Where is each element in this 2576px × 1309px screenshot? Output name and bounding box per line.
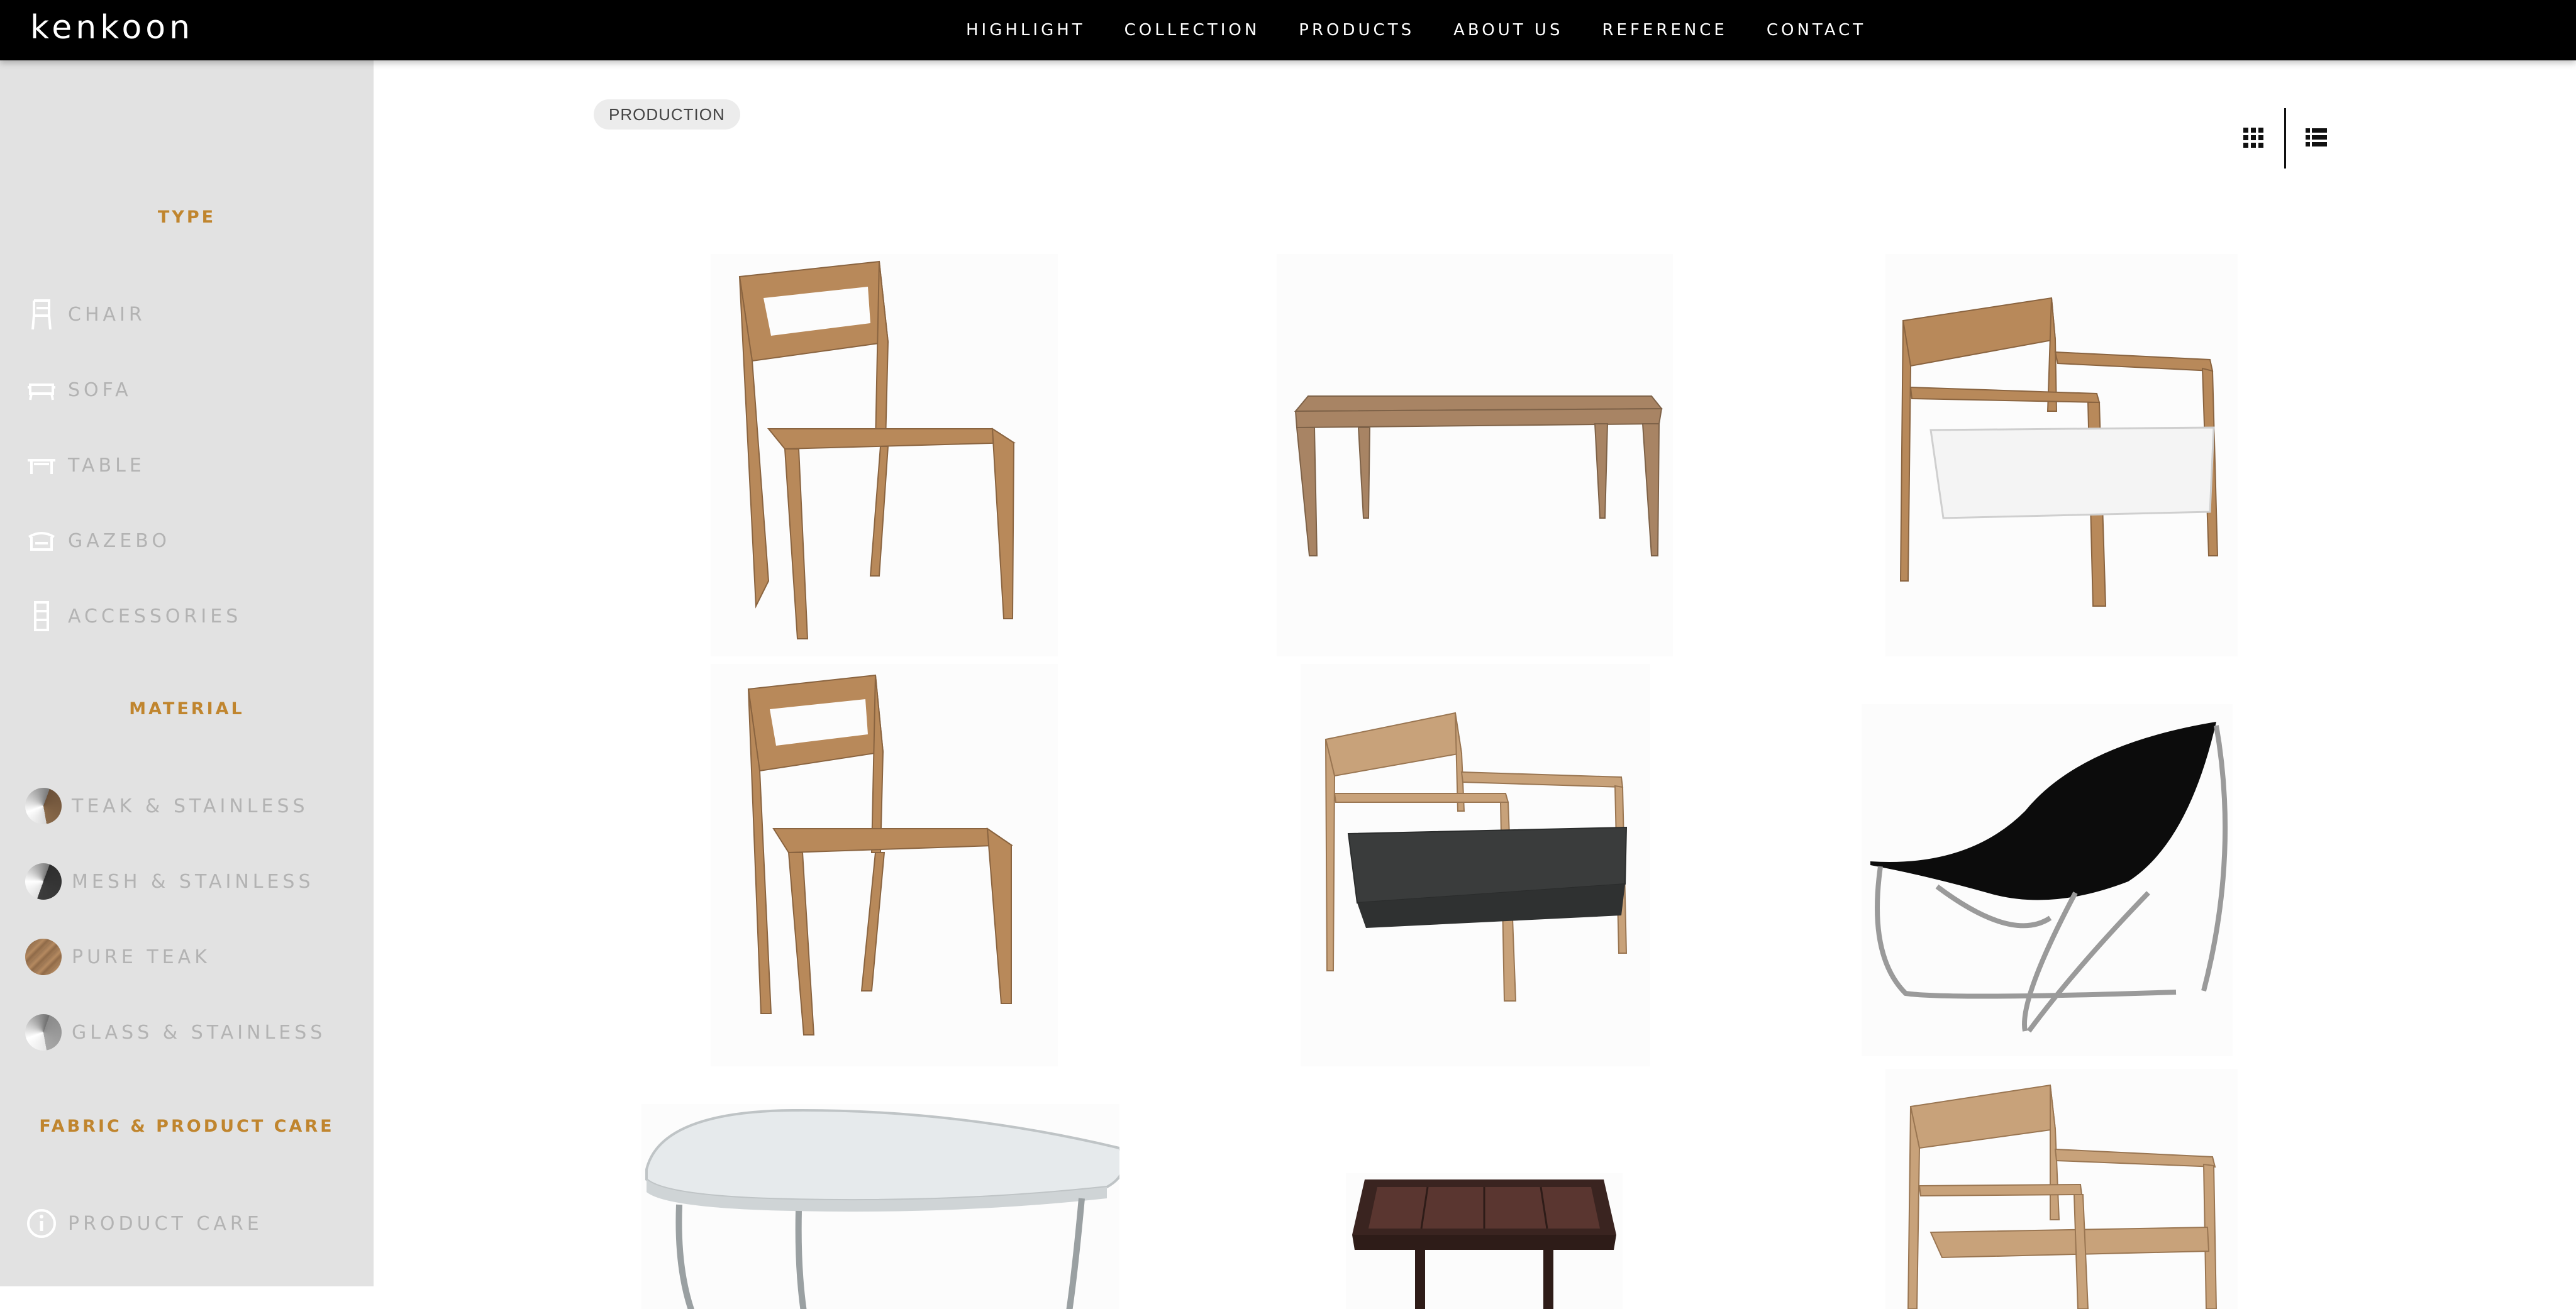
kenkoon-logo[interactable]: kenkoon — [30, 9, 194, 47]
accessories-icon — [25, 600, 58, 632]
filter-material-pure-teak-label: PURE TEAK — [72, 946, 211, 968]
product-card-chair[interactable] — [711, 254, 1058, 656]
product-card-sling-chair[interactable] — [1862, 704, 2233, 1056]
teak-armchair-image — [1907, 1084, 2218, 1309]
glass-stainless-side-table-image — [645, 1108, 1119, 1309]
black-sling-lounge-chair-image — [1870, 722, 2228, 1033]
gazebo-icon — [25, 524, 58, 557]
nav-products[interactable]: PRODUCTS — [1299, 21, 1414, 40]
filter-type-chair-label: CHAIR — [68, 303, 146, 326]
list-view-icon[interactable] — [2301, 122, 2332, 153]
filter-material-mesh-stainless[interactable]: MESH & STAINLESS — [25, 863, 314, 900]
product-card-lounge-chair-white[interactable] — [1885, 254, 2238, 656]
teak-lounge-chair-dark-cushion-image — [1324, 712, 1628, 1002]
nav-about-us[interactable]: ABOUT US — [1453, 21, 1563, 40]
main-nav: HIGHLIGHT COLLECTION PRODUCTS ABOUT US R… — [966, 0, 1866, 60]
type-section-title: TYPE — [157, 207, 216, 227]
filter-type-accessories-label: ACCESSORIES — [68, 605, 242, 627]
filter-material-mesh-stainless-label: MESH & STAINLESS — [72, 870, 314, 893]
top-navigation-bar: kenkoon HIGHLIGHT COLLECTION PRODUCTS AB… — [0, 0, 2576, 60]
teak-dining-chair-image — [738, 260, 1016, 639]
filter-type-gazebo-label: GAZEBO — [68, 529, 170, 552]
teak-dining-table-image — [1294, 395, 1663, 556]
breadcrumb-production[interactable]: PRODUCTION — [594, 99, 740, 130]
product-care-label: PRODUCT CARE — [68, 1212, 263, 1235]
product-card-dark-side-table[interactable] — [1346, 1173, 1623, 1309]
product-care-link[interactable]: PRODUCT CARE — [25, 1205, 263, 1242]
mesh-stainless-swatch-icon — [25, 863, 62, 900]
filter-sidebar: TYPE CHAIR SOFA TABLE GAZEBO ACCESSORIES… — [0, 60, 374, 1286]
filter-material-teak-stainless-label: TEAK & STAINLESS — [72, 795, 309, 817]
nav-contact[interactable]: CONTACT — [1767, 21, 1866, 40]
filter-material-teak-stainless[interactable]: TEAK & STAINLESS — [25, 787, 309, 825]
dark-wood-side-table-image — [1352, 1179, 1616, 1309]
pure-teak-swatch-icon — [25, 939, 62, 975]
product-card-lounge-chair-dark[interactable] — [1301, 664, 1650, 1066]
view-toggle-divider — [2284, 108, 2286, 168]
nav-reference[interactable]: REFERENCE — [1602, 21, 1727, 40]
filter-material-glass-stainless-label: GLASS & STAINLESS — [72, 1021, 326, 1044]
teak-dining-chair-alt-image — [747, 674, 1014, 1036]
nav-collection[interactable]: COLLECTION — [1124, 21, 1260, 40]
product-card-side-table-glass[interactable] — [641, 1104, 1119, 1309]
teak-lounge-chair-white-cushion-image — [1899, 297, 2219, 607]
table-icon — [25, 449, 58, 482]
sofa-icon — [25, 373, 58, 406]
glass-stainless-swatch-icon — [25, 1014, 62, 1051]
product-card-chair-2[interactable] — [711, 664, 1058, 1066]
filter-material-pure-teak[interactable]: PURE TEAK — [25, 938, 211, 976]
filter-material-glass-stainless[interactable]: GLASS & STAINLESS — [25, 1014, 326, 1051]
care-section-title: FABRIC & PRODUCT CARE — [39, 1117, 335, 1136]
filter-type-gazebo[interactable]: GAZEBO — [25, 522, 170, 560]
filter-type-accessories[interactable]: ACCESSORIES — [25, 597, 242, 635]
filter-type-chair[interactable]: CHAIR — [25, 295, 146, 333]
filter-type-table-label: TABLE — [68, 454, 145, 477]
filter-type-sofa[interactable]: SOFA — [25, 371, 132, 409]
material-section-title: MATERIAL — [129, 699, 245, 719]
chair-icon — [25, 298, 58, 331]
product-card-dining-table[interactable] — [1277, 254, 1673, 656]
product-card-teak-armchair[interactable] — [1885, 1069, 2238, 1309]
filter-type-sofa-label: SOFA — [68, 378, 132, 401]
grid-view-icon[interactable] — [2238, 122, 2269, 153]
filter-type-table[interactable]: TABLE — [25, 446, 145, 484]
teak-stainless-swatch-icon — [25, 788, 62, 824]
info-icon — [25, 1207, 58, 1240]
nav-highlight[interactable]: HIGHLIGHT — [966, 21, 1085, 40]
